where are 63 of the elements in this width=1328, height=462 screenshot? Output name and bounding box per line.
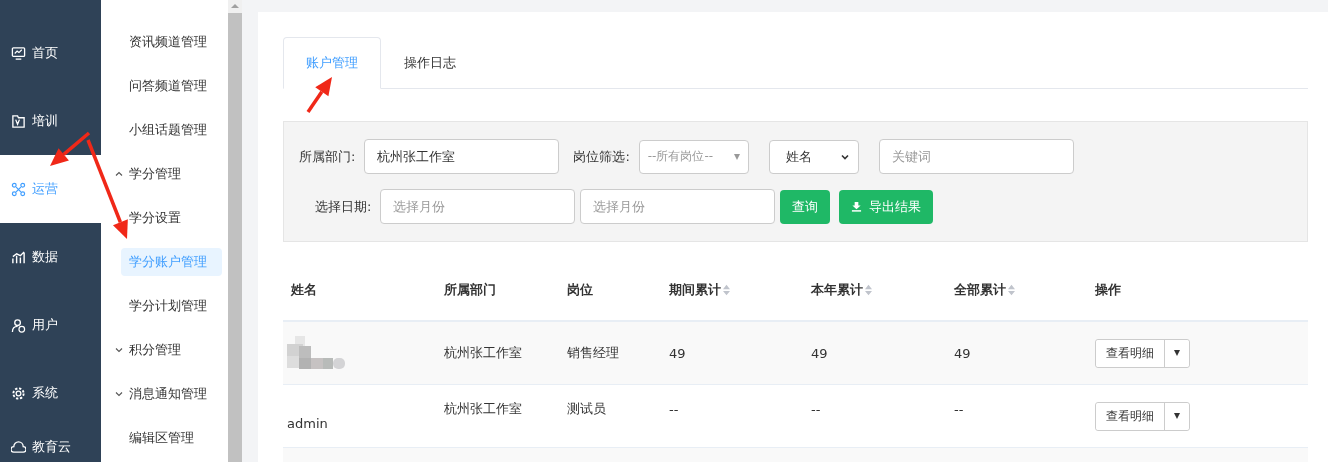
field-label: 岗位筛选:	[573, 147, 630, 166]
field-label: 选择日期:	[315, 197, 372, 216]
submenu-group[interactable]: 学分管理	[101, 152, 228, 196]
annotation-arrow	[306, 77, 332, 113]
column-header: 岗位	[567, 281, 593, 299]
field-dropdown[interactable]: 姓名	[768, 139, 859, 174]
table-cell: 杭州张工作室	[444, 344, 522, 362]
submenu-item[interactable]: 小组话题管理	[101, 108, 222, 152]
chevron-icon	[114, 389, 124, 399]
nav-item[interactable]: 系统	[0, 359, 101, 427]
table-cell: 杭州张工作室	[444, 400, 522, 418]
column-header: 操作	[1095, 281, 1121, 299]
sort-icon[interactable]	[722, 283, 731, 297]
sort-icon[interactable]	[1007, 283, 1016, 297]
submenu-group[interactable]: 积分管理	[101, 328, 228, 372]
monitor-icon	[11, 45, 26, 61]
caret-icon	[733, 153, 740, 160]
nodes-icon	[11, 181, 26, 197]
month-field[interactable]: 选择月份	[380, 189, 576, 224]
nav-item[interactable]: 数据	[0, 223, 101, 291]
table-cell: --	[954, 401, 964, 417]
nav-item[interactable]: 用户	[0, 291, 101, 359]
chevron-icon	[114, 169, 124, 179]
table-cell: --	[811, 401, 821, 417]
column-header: 期间累计	[669, 281, 721, 299]
submenu-item[interactable]: 学分设置	[101, 196, 222, 240]
submenu-item[interactable]: 编辑区管理	[101, 416, 222, 460]
tab[interactable]: 操作日志	[381, 37, 479, 89]
view-details-button[interactable]: 查看明细	[1096, 402, 1165, 430]
chevron-icon	[114, 345, 124, 355]
user-icon	[11, 317, 26, 333]
column-header: 姓名	[291, 281, 317, 299]
bar-chart-icon	[11, 249, 26, 265]
submenu-group[interactable]: 消息通知管理	[101, 372, 228, 416]
department-field[interactable]: 杭州张工作室	[364, 139, 560, 174]
column-header: 本年累计	[811, 281, 863, 299]
view-details-button[interactable]: 查看明细	[1096, 339, 1165, 367]
month-field[interactable]: 选择月份	[580, 189, 776, 224]
table-cell: admin	[287, 415, 328, 431]
caret-icon	[1174, 413, 1180, 419]
column-header: 全部累计	[954, 281, 1006, 299]
column-header: 所属部门	[444, 281, 496, 299]
nav-item[interactable]: 首页	[0, 19, 101, 87]
submenu-item[interactable]: 问答频道管理	[101, 64, 222, 108]
settings-icon	[11, 385, 26, 401]
submenu-item[interactable]: 学分计划管理	[101, 284, 222, 328]
sort-icon[interactable]	[864, 283, 873, 297]
submenu-item[interactable]: 资讯频道管理	[101, 20, 222, 64]
table-cell: 测试员	[567, 400, 606, 418]
nav-item[interactable]: 培训	[0, 87, 101, 155]
table-cell: --	[669, 401, 679, 417]
field-label: 所属部门:	[299, 147, 356, 166]
table-cell: 49	[954, 345, 971, 361]
download-icon	[851, 201, 863, 212]
keyword-field[interactable]: 关键词	[878, 139, 1074, 174]
caret-icon	[1174, 350, 1180, 356]
table-cell: 49	[811, 345, 828, 361]
table-cell: 49	[669, 345, 686, 361]
nav-item[interactable]: 教育云	[0, 427, 101, 462]
scroll-up-icon[interactable]	[231, 4, 239, 8]
book-icon	[11, 113, 26, 129]
table-cell: 销售经理	[567, 344, 619, 362]
cloud-icon	[11, 439, 26, 455]
